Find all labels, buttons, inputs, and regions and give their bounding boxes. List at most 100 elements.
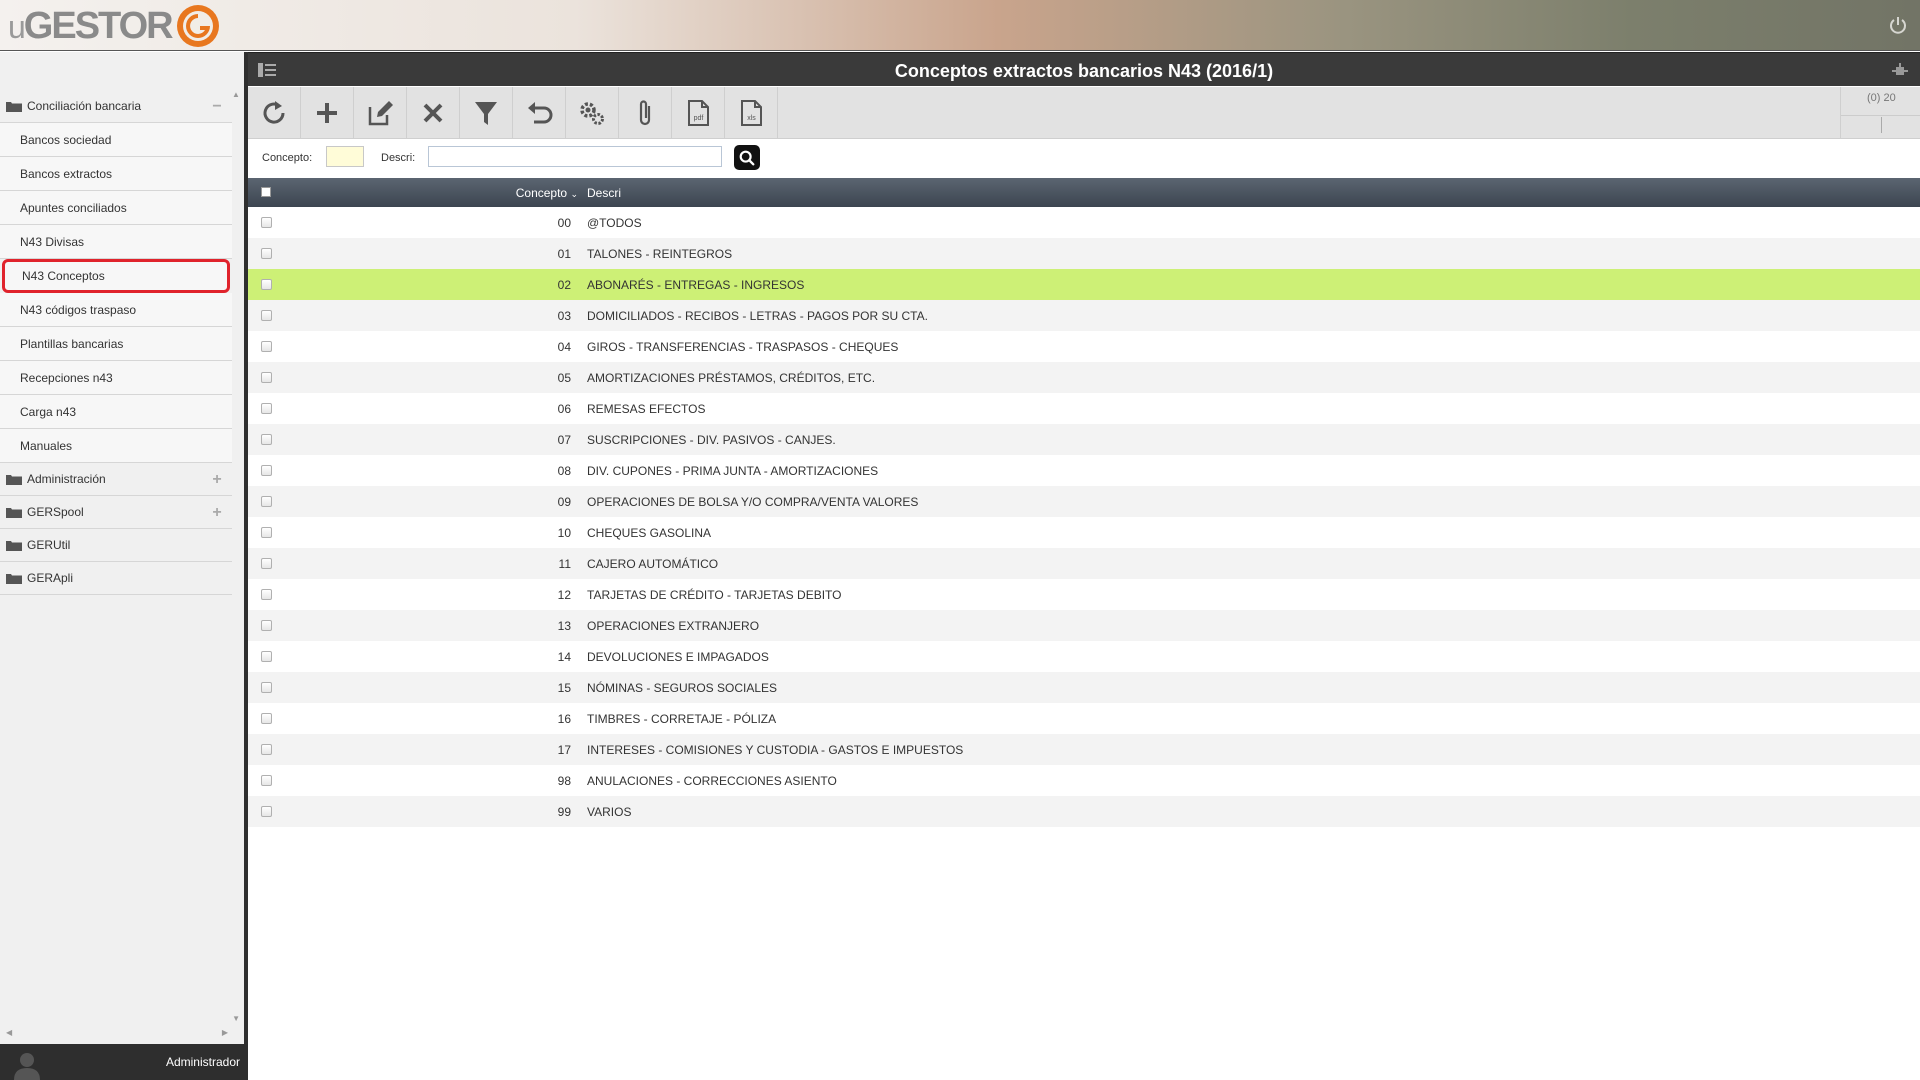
row-checkbox[interactable] (261, 558, 272, 569)
row-checkbox[interactable] (261, 806, 272, 817)
table-row[interactable]: 17 INTERESES - COMISIONES Y CUSTODIA - GA… (248, 734, 1920, 765)
row-checkbox[interactable] (261, 496, 272, 507)
row-checkbox[interactable] (261, 527, 272, 538)
column-header-descri[interactable]: Descri (587, 186, 621, 200)
search-button[interactable] (734, 145, 760, 170)
row-checkbox[interactable] (261, 775, 272, 786)
sidebar-item-1[interactable]: Bancos extractos (0, 157, 232, 191)
row-checkbox[interactable] (261, 372, 272, 383)
sidebar-scroll-up-icon[interactable]: ▲ (232, 90, 240, 99)
table-row[interactable]: 00 @TODOS (248, 207, 1920, 238)
attachment-button[interactable] (619, 87, 672, 139)
delete-button[interactable] (407, 87, 460, 139)
xls-button[interactable]: xls (725, 87, 778, 139)
sidebar-item-0[interactable]: Bancos sociedad (0, 123, 232, 157)
user-avatar-icon[interactable] (12, 1050, 42, 1080)
table-row[interactable]: 99 VARIOS (248, 796, 1920, 827)
row-concepto: 02 (557, 278, 571, 292)
group-toggle-icon[interactable]: − (210, 98, 224, 116)
table-row[interactable]: 05 AMORTIZACIONES PRÉSTAMOS, CRÉDITOS, ET… (248, 362, 1920, 393)
group-toggle-icon[interactable]: + (210, 504, 224, 522)
row-checkbox[interactable] (261, 217, 272, 228)
concepto-filter-input[interactable] (326, 146, 364, 167)
sidebar-item-8[interactable]: Carga n43 (0, 395, 232, 429)
row-descri: DEVOLUCIONES E IMPAGADOS (587, 650, 769, 664)
sidebar-group-0[interactable]: Conciliación bancaria − (0, 90, 232, 123)
group-toggle-icon[interactable]: + (210, 471, 224, 489)
row-checkbox[interactable] (261, 713, 272, 724)
row-concepto: 14 (557, 650, 571, 664)
select-all-checkbox[interactable] (261, 187, 271, 197)
row-descri: OPERACIONES DE BOLSA Y/O COMPRA/VENTA VA… (587, 495, 919, 509)
table-row[interactable]: 12 TARJETAS DE CRÉDITO - TARJETAS DEBITO (248, 579, 1920, 610)
table-row[interactable]: 10 CHEQUES GASOLINA (248, 517, 1920, 548)
table-row[interactable]: 98 ANULACIONES - CORRECCIONES ASIENTO (248, 765, 1920, 796)
row-checkbox[interactable] (261, 434, 272, 445)
row-descri: TIMBRES - CORRETAJE - PÓLIZA (587, 712, 777, 726)
table-row[interactable]: 04 GIROS - TRANSFERENCIAS - TRASPASOS - C… (248, 331, 1920, 362)
row-checkbox[interactable] (261, 465, 272, 476)
row-checkbox[interactable] (261, 248, 272, 259)
power-icon[interactable] (1888, 15, 1908, 35)
row-concepto: 06 (557, 402, 571, 416)
sidebar-horizontal-scrollbar[interactable]: ◀ ▶ (6, 1028, 228, 1038)
sidebar-group-label: Administración (27, 472, 106, 486)
row-concepto: 13 (557, 619, 571, 633)
row-concepto: 10 (557, 526, 571, 540)
row-descri: @TODOS (587, 216, 642, 230)
descri-filter-input[interactable] (428, 146, 722, 167)
sidebar-group-2[interactable]: GERSpool + (0, 496, 232, 529)
row-descri: ABONARÉS - ENTREGAS - INGRESOS (587, 278, 805, 292)
row-checkbox[interactable] (261, 651, 272, 662)
row-checkbox[interactable] (261, 279, 272, 290)
table-row[interactable]: 01 TALONES - REINTEGROS (248, 238, 1920, 269)
table-row[interactable]: 14 DEVOLUCIONES E IMPAGADOS (248, 641, 1920, 672)
table-row[interactable]: 09 OPERACIONES DE BOLSA Y/O COMPRA/VENTA … (248, 486, 1920, 517)
edit-button[interactable] (354, 87, 407, 139)
table-row[interactable]: 02 ABONARÉS - ENTREGAS - INGRESOS (248, 269, 1920, 300)
table-row[interactable]: 07 SUSCRIPCIONES - DIV. PASIVOS - CANJES. (248, 424, 1920, 455)
row-checkbox[interactable] (261, 589, 272, 600)
table-row[interactable]: 03 DOMICILIADOS - RECIBOS - LETRAS - PAGO… (248, 300, 1920, 331)
column-header-concepto[interactable]: Concepto ⌄ (498, 186, 578, 200)
row-checkbox[interactable] (261, 310, 272, 321)
search-icon (739, 150, 755, 165)
table-row[interactable]: 06 REMESAS EFECTOS (248, 393, 1920, 424)
sidebar-group-4[interactable]: GERApli (0, 562, 232, 595)
pin-icon[interactable] (1892, 63, 1908, 79)
row-concepto: 12 (557, 588, 571, 602)
sidebar-item-5[interactable]: N43 códigos traspaso (0, 293, 232, 327)
undo-button[interactable] (513, 87, 566, 139)
add-button[interactable] (301, 87, 354, 139)
settings-button[interactable] (566, 87, 619, 139)
table-row[interactable]: 16 TIMBRES - CORRETAJE - PÓLIZA (248, 703, 1920, 734)
table-row[interactable]: 15 NÓMINAS - SEGUROS SOCIALES (248, 672, 1920, 703)
table-row[interactable]: 13 OPERACIONES EXTRANJERO (248, 610, 1920, 641)
sidebar-item-2[interactable]: Apuntes conciliados (0, 191, 232, 225)
sidebar-item-3[interactable]: N43 Divisas (0, 225, 232, 259)
pdf-button[interactable]: pdf (672, 87, 725, 139)
row-checkbox[interactable] (261, 620, 272, 631)
sidebar-item-7[interactable]: Recepciones n43 (0, 361, 232, 395)
row-checkbox[interactable] (261, 403, 272, 414)
row-checkbox[interactable] (261, 744, 272, 755)
table-row[interactable]: 11 CAJERO AUTOMÁTICO (248, 548, 1920, 579)
row-descri: TARJETAS DE CRÉDITO - TARJETAS DEBITO (587, 588, 842, 602)
table-row[interactable]: 08 DIV. CUPONES - PRIMA JUNTA - AMORTIZAC… (248, 455, 1920, 486)
pager-slider[interactable] (1881, 117, 1882, 133)
sidebar-item-4[interactable]: N43 Conceptos (2, 259, 230, 293)
refresh-button[interactable] (248, 87, 301, 139)
user-name[interactable]: Administrador (166, 1055, 240, 1069)
filter-button[interactable] (460, 87, 513, 139)
sidebar-item-9[interactable]: Manuales (0, 429, 232, 463)
row-descri: INTERESES - COMISIONES Y CUSTODIA - GAST… (587, 743, 964, 757)
sidebar-group-3[interactable]: GERUtil (0, 529, 232, 562)
page-title: Conceptos extractos bancarios N43 (2016/… (894, 61, 1274, 81)
sidebar-item-6[interactable]: Plantillas bancarias (0, 327, 232, 361)
row-concepto: 04 (557, 340, 571, 354)
sidebar-group-1[interactable]: Administración + (0, 463, 232, 496)
sidebar-scroll-down-icon[interactable]: ▼ (232, 1014, 240, 1023)
logo-mark-icon (176, 5, 219, 47)
row-checkbox[interactable] (261, 341, 272, 352)
row-checkbox[interactable] (261, 682, 272, 693)
